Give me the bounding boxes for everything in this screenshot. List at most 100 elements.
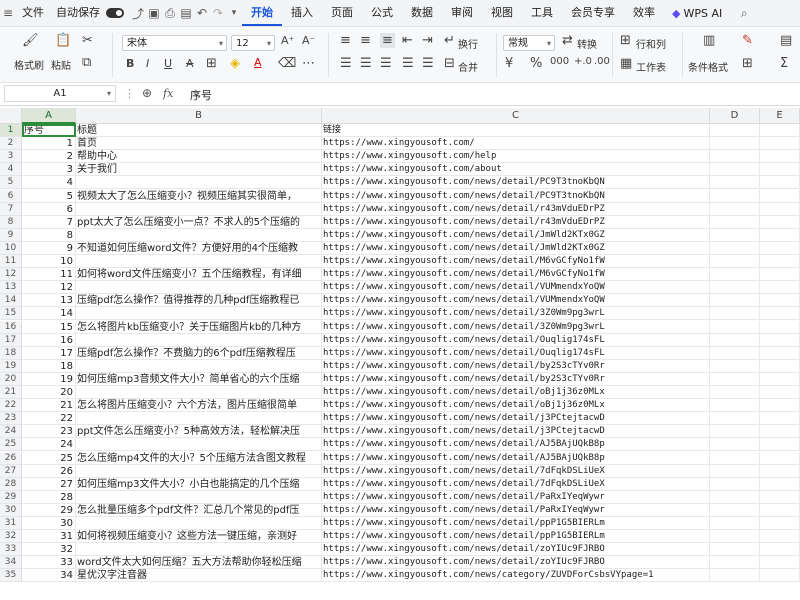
cell-title[interactable]: 视频太大了怎么压缩变小？视频压缩其实很简单，	[76, 189, 322, 203]
currency-icon[interactable]: ¥	[505, 56, 513, 71]
cell-empty[interactable]	[710, 333, 760, 347]
row-header[interactable]: 29	[0, 490, 22, 504]
row-header[interactable]: 23	[0, 412, 22, 426]
row-header[interactable]: 25	[0, 438, 22, 452]
row-header[interactable]: 19	[0, 359, 22, 373]
cell-link[interactable]: https://www.xingyousoft.com/news/detail/…	[322, 176, 710, 190]
cell-empty[interactable]	[710, 412, 760, 426]
cell-link[interactable]: https://www.xingyousoft.com/news/detail/…	[322, 281, 710, 295]
row-header[interactable]: 18	[0, 346, 22, 360]
format-painter-button[interactable]: 格式刷	[14, 57, 44, 72]
cell-sequence[interactable]: 1	[22, 137, 76, 151]
cell-link[interactable]: https://www.xingyousoft.com/news/detail/…	[322, 320, 710, 334]
share-icon[interactable]: ⤴	[130, 5, 146, 22]
cell-link[interactable]: https://www.xingyousoft.com/news/detail/…	[322, 451, 710, 465]
cell-title[interactable]	[76, 438, 322, 452]
cell-empty[interactable]	[760, 163, 800, 177]
bold-icon[interactable]: B	[126, 57, 134, 70]
cell-title[interactable]: 如何将视频压缩变小？这些方法一键压缩，亲测好	[76, 530, 322, 544]
cell-sequence[interactable]: 29	[22, 503, 76, 517]
cell-sequence[interactable]: 25	[22, 451, 76, 465]
cell-empty[interactable]	[710, 556, 760, 570]
align-bottom-icon[interactable]: ≡	[380, 33, 395, 48]
cell-link[interactable]: https://www.xingyousoft.com/news/detail/…	[322, 490, 710, 504]
cell-empty[interactable]	[710, 346, 760, 360]
row-header[interactable]: 13	[0, 281, 22, 295]
merge-button[interactable]: 合并	[458, 59, 478, 74]
align-middle-icon[interactable]: ≡	[360, 33, 371, 48]
cell-empty[interactable]	[710, 399, 760, 413]
row-header[interactable]: 16	[0, 320, 22, 334]
row-header[interactable]: 27	[0, 464, 22, 478]
print-icon[interactable]: ⎙	[162, 6, 178, 21]
cell-empty[interactable]	[760, 307, 800, 321]
format-painter-icon[interactable]: 🖌	[22, 33, 39, 48]
font-name-select[interactable]: 宋体 ▾	[122, 35, 227, 51]
cell-empty[interactable]	[760, 386, 800, 400]
cell-sequence[interactable]: 34	[22, 569, 76, 583]
font-size-select[interactable]: 12 ▾	[231, 35, 275, 51]
cell-empty[interactable]	[710, 150, 760, 164]
cell-link[interactable]: https://www.xingyousoft.com/news/detail/…	[322, 255, 710, 269]
cell-empty[interactable]	[710, 359, 760, 373]
cell-style-icon[interactable]: ✎	[742, 33, 753, 48]
cell-title[interactable]	[76, 412, 322, 426]
cell-link[interactable]: https://www.xingyousoft.com/news/detail/…	[322, 241, 710, 255]
more-icon[interactable]: ⋮	[124, 87, 135, 100]
cell-empty[interactable]	[760, 425, 800, 439]
cell-empty[interactable]	[710, 241, 760, 255]
cell-empty[interactable]	[760, 228, 800, 242]
cell-empty[interactable]	[710, 569, 760, 583]
cell-empty[interactable]	[710, 530, 760, 544]
font-grow-icon[interactable]: A⁺	[281, 34, 294, 47]
cell-title[interactable]: ppt文件怎么压缩变小？5种高效方法，轻松解决压	[76, 425, 322, 439]
cell-sequence[interactable]: 22	[22, 412, 76, 426]
percent-icon[interactable]: %	[530, 56, 542, 71]
cell-empty[interactable]	[760, 215, 800, 229]
cell-sequence[interactable]: 33	[22, 556, 76, 570]
cell-empty[interactable]	[710, 124, 760, 138]
cell-sequence[interactable]: 16	[22, 333, 76, 347]
row-header[interactable]: 34	[0, 556, 22, 570]
cell-link[interactable]: https://www.xingyousoft.com/news/detail/…	[322, 464, 710, 478]
cell-link[interactable]: 链接	[322, 124, 710, 138]
cell-title[interactable]	[76, 543, 322, 557]
cell-link[interactable]: https://www.xingyousoft.com/news/detail/…	[322, 268, 710, 282]
cell-title[interactable]: 怎么将图片压缩变小？六个方法，图片压缩很简单	[76, 399, 322, 413]
worksheet-icon[interactable]: ▦	[620, 56, 632, 71]
redo-icon[interactable]: ↷	[210, 6, 226, 20]
cell-link[interactable]: https://www.xingyousoft.com/news/detail/…	[322, 503, 710, 517]
cell-empty[interactable]	[760, 556, 800, 570]
cell-link[interactable]: https://www.xingyousoft.com/news/detail/…	[322, 202, 710, 216]
cell-empty[interactable]	[710, 255, 760, 269]
column-header-b[interactable]: B	[76, 108, 322, 124]
cell-sequence[interactable]: 21	[22, 399, 76, 413]
underline-icon[interactable]: U	[164, 57, 172, 70]
cell-empty[interactable]	[710, 517, 760, 531]
cell-link[interactable]: https://www.xingyousoft.com/news/detail/…	[322, 333, 710, 347]
column-header-c[interactable]: C	[322, 108, 710, 124]
cell-link[interactable]: https://www.xingyousoft.com/about	[322, 163, 710, 177]
cell-link[interactable]: https://www.xingyousoft.com/news/detail/…	[322, 189, 710, 203]
cell-sequence[interactable]: 2	[22, 150, 76, 164]
copy-icon[interactable]: ⧉	[82, 55, 91, 70]
cell-empty[interactable]	[710, 372, 760, 386]
cell-empty[interactable]	[760, 320, 800, 334]
cell-empty[interactable]	[710, 451, 760, 465]
cell-empty[interactable]	[710, 425, 760, 439]
cell-empty[interactable]	[760, 530, 800, 544]
cell-empty[interactable]	[760, 490, 800, 504]
cell-sequence[interactable]: 18	[22, 359, 76, 373]
function-icon[interactable]: fx	[163, 87, 173, 100]
merge-icon[interactable]: ⊟	[444, 56, 455, 71]
cell-empty[interactable]	[710, 202, 760, 216]
cut-icon[interactable]: ✂	[82, 33, 93, 48]
row-header[interactable]: 5	[0, 176, 22, 190]
cell-title[interactable]: 如何将word文件压缩变小？五个压缩教程，有详细	[76, 268, 322, 282]
worksheet-button[interactable]: 工作表	[636, 59, 666, 74]
cell-empty[interactable]	[760, 477, 800, 491]
tab-review[interactable]: 审阅	[442, 0, 482, 26]
row-header[interactable]: 8	[0, 215, 22, 229]
row-header[interactable]: 33	[0, 543, 22, 557]
cell-empty[interactable]	[760, 150, 800, 164]
